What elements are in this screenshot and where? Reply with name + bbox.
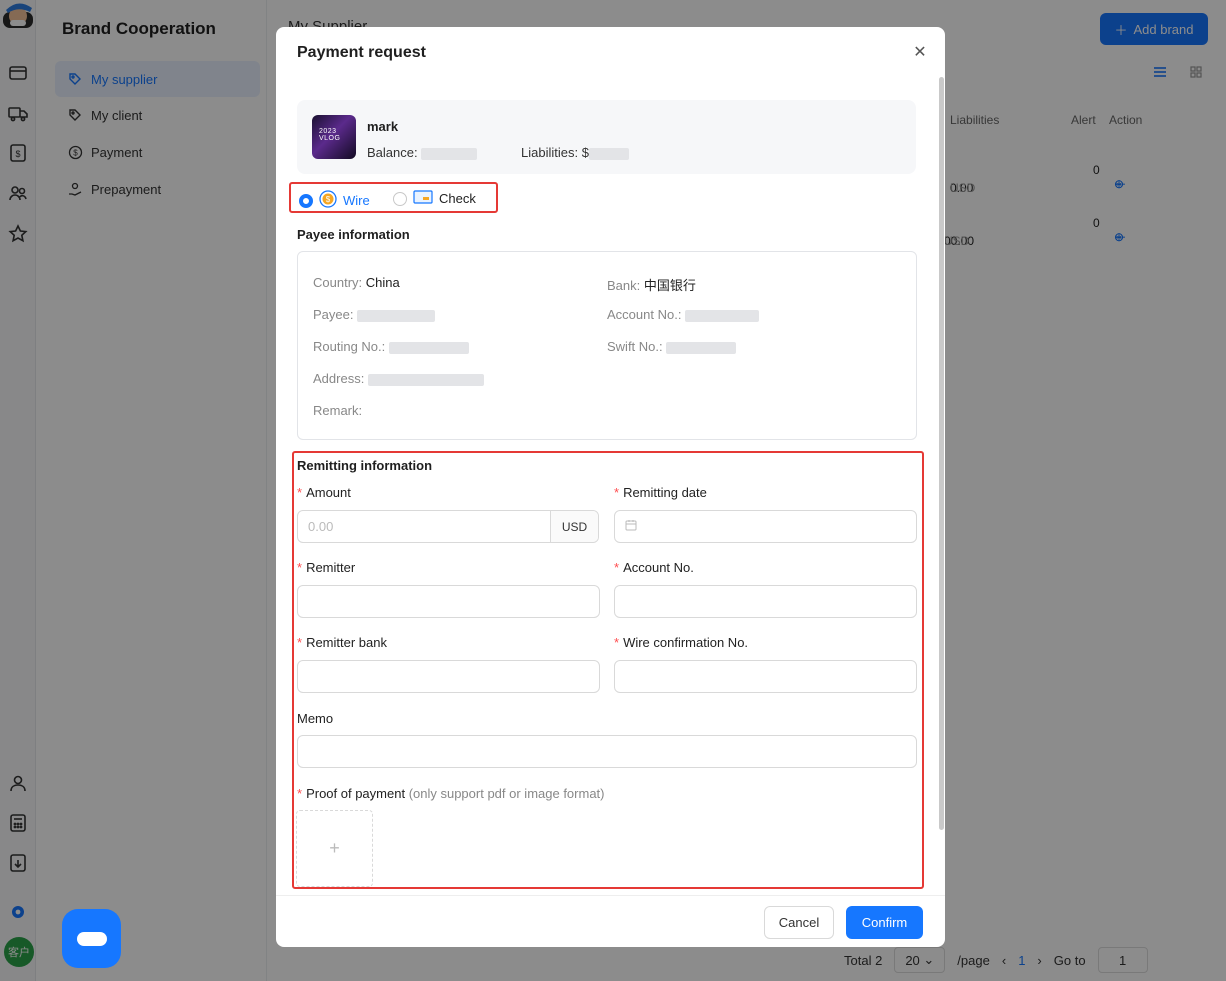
cancel-button[interactable]: Cancel [764,906,834,939]
payee-name: Payee: [313,307,436,322]
wire-radio[interactable] [299,193,313,208]
svg-text:$: $ [326,195,331,204]
payee-section-title: Payee information [297,227,410,242]
modal-scrollbar[interactable] [939,77,944,830]
amount-field[interactable]: 0.00 USD [297,510,599,543]
wire-dollar-icon: $ [319,190,337,211]
check-label: Check [439,191,476,206]
payee-remark: Remark: [313,403,363,418]
remitter-bank-input[interactable] [297,660,600,693]
method-wire[interactable]: $ Wire [299,190,370,211]
wire-label: Wire [343,193,370,208]
payee-bank: Bank: 中国银行 [607,278,696,293]
chat-icon [76,931,107,946]
remitter-label: * Remitter [297,560,356,575]
account-no-label: * Account No. [614,560,694,575]
supplier-logo: 2023 VLOG [312,115,356,159]
wire-confirmation-label: * Wire confirmation No. [614,635,749,650]
memo-label: Memo [297,711,334,726]
payee-address: Address: [313,371,484,386]
plus-icon: + [329,838,340,858]
payee-country: Country: China [313,275,400,290]
proof-upload[interactable]: + [296,810,373,887]
payment-method-group: $ Wire Check [289,182,498,213]
supplier-balance: Balance: [367,145,478,160]
check-radio[interactable] [393,191,407,206]
payee-info-box: Country: China Bank: 中国银行 Payee: Account… [297,251,917,440]
modal-footer: Cancel Confirm [276,895,945,947]
remitter-input[interactable] [297,585,600,618]
confirm-button[interactable]: Confirm [846,906,923,939]
supplier-card: 2023 VLOG mark Balance: Liabilities: $ [297,100,916,174]
remitting-date-label: * Remitting date [614,485,707,500]
supplier-name: mark [367,119,399,134]
amount-currency: USD [550,511,598,542]
check-card-icon [413,190,433,207]
supplier-liabilities: Liabilities: $ [521,145,629,160]
memo-input[interactable] [297,735,917,768]
payee-swift: Swift No.: [607,339,737,354]
method-check[interactable]: Check [393,190,476,207]
proof-label: * Proof of payment (only support pdf or i… [297,786,605,801]
payee-account: Account No.: [607,307,760,322]
amount-input[interactable]: 0.00 [298,511,550,542]
remit-section-title: Remitting information [297,458,433,473]
remitting-date-picker[interactable] [614,510,917,543]
calendar-icon [625,519,637,534]
remitter-bank-label: * Remitter bank [297,635,387,650]
amount-label: * Amount [297,485,351,500]
payment-request-modal: Payment request ✕ 2023 VLOG mark Balance… [276,27,945,947]
account-no-input[interactable] [614,585,917,618]
chat-button[interactable] [62,909,121,968]
wire-confirmation-input[interactable] [614,660,917,693]
close-icon[interactable]: ✕ [909,41,931,63]
payee-routing: Routing No.: [313,339,469,354]
modal-title: Payment request [297,44,426,61]
